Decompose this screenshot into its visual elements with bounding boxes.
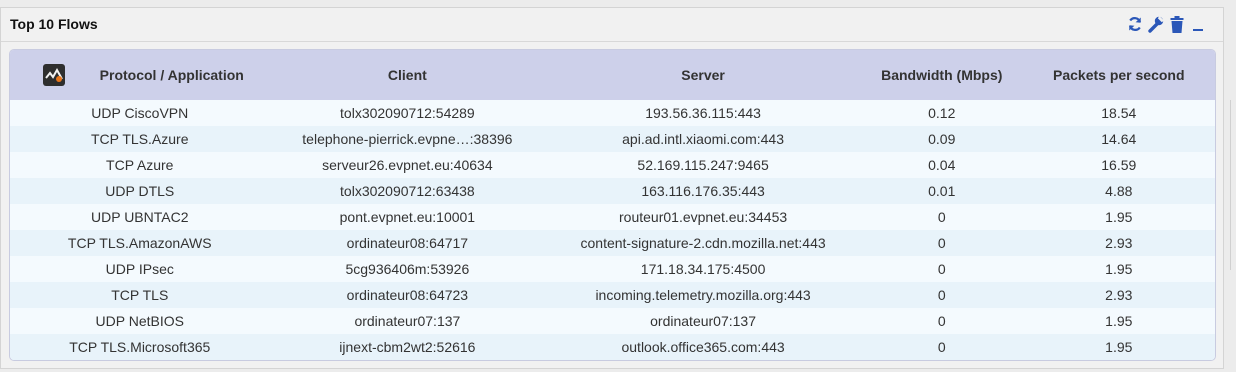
table-row: UDP CiscoVPN tolx302090712:54289 193.56.… bbox=[10, 100, 1215, 126]
col-client[interactable]: Client bbox=[270, 50, 546, 100]
table-row: TCP TLS.Azure telephone-pierrick.evpne…:… bbox=[10, 126, 1215, 152]
cell-pps: 1.95 bbox=[1105, 313, 1133, 329]
cell-server[interactable]: api.ad.intl.xiaomi.com:443 bbox=[545, 126, 861, 152]
table-row: TCP Azure serveur26.evpnet.eu:40634 52.1… bbox=[10, 152, 1215, 178]
cell-pps: 1.95 bbox=[1105, 209, 1133, 225]
cell-pps: 1.95 bbox=[1105, 339, 1133, 355]
cell-client[interactable]: ordinateur08:64723 bbox=[270, 282, 546, 308]
col-protocol[interactable]: Protocol / Application bbox=[10, 50, 270, 100]
cell-bandwidth: 0.04 bbox=[928, 157, 956, 173]
table-row: UDP DTLS tolx302090712:63438 163.116.176… bbox=[10, 178, 1215, 204]
flows-table: Protocol / Application Client Server Ban… bbox=[10, 50, 1215, 360]
cell-protocol: UDP IPsec bbox=[105, 261, 174, 277]
table-row: TCP TLS ordinateur08:64723 incoming.tele… bbox=[10, 282, 1215, 308]
table-row: UDP NetBIOS ordinateur07:137 ordinateur0… bbox=[10, 308, 1215, 334]
cell-pps: 2.93 bbox=[1105, 287, 1133, 303]
cell-protocol: TCP TLS bbox=[111, 287, 169, 303]
side-panel-edge bbox=[1227, 0, 1236, 372]
panel-title: Top 10 Flows bbox=[10, 16, 98, 32]
col-pps[interactable]: Packets per second bbox=[1023, 50, 1215, 100]
cell-client[interactable]: 5cg936406m:53926 bbox=[270, 256, 546, 282]
cell-pps: 1.95 bbox=[1105, 261, 1133, 277]
panel-header: Top 10 Flows bbox=[1, 8, 1223, 42]
cell-bandwidth: 0 bbox=[937, 261, 946, 277]
cell-bandwidth: 0.01 bbox=[928, 183, 956, 199]
cell-client[interactable]: telephone-pierrick.evpne…:38396 bbox=[270, 126, 546, 152]
cell-bandwidth: 0 bbox=[937, 235, 946, 251]
cell-server[interactable]: content-signature-2.cdn.mozilla.net:443 bbox=[545, 230, 861, 256]
refresh-icon[interactable] bbox=[1126, 14, 1144, 34]
cell-client[interactable]: ordinateur08:64717 bbox=[270, 230, 546, 256]
table-row: TCP TLS.Microsoft365 ijnext-cbm2wt2:5261… bbox=[10, 334, 1215, 360]
cell-client[interactable]: serveur26.evpnet.eu:40634 bbox=[270, 152, 546, 178]
cell-protocol: UDP DTLS bbox=[105, 183, 175, 199]
cell-client[interactable]: tolx302090712:63438 bbox=[270, 178, 546, 204]
cell-protocol: TCP TLS.AmazonAWS bbox=[67, 235, 212, 251]
cell-bandwidth: 0.09 bbox=[928, 131, 956, 147]
cell-client[interactable]: tolx302090712:54289 bbox=[270, 100, 546, 126]
app-logo-icon bbox=[43, 64, 65, 86]
cell-server[interactable]: 163.116.176.35:443 bbox=[545, 178, 861, 204]
col-server[interactable]: Server bbox=[545, 50, 861, 100]
cell-client[interactable]: pont.evpnet.eu:10001 bbox=[270, 204, 546, 230]
top-flows-panel: Top 10 Flows Protocol / Application Clie… bbox=[0, 7, 1224, 369]
cell-protocol: TCP TLS.Azure bbox=[90, 131, 189, 147]
table-row: UDP IPsec 5cg936406m:53926 171.18.34.175… bbox=[10, 256, 1215, 282]
cell-protocol: UDP UBNTAC2 bbox=[91, 209, 189, 225]
cell-pps: 14.64 bbox=[1101, 131, 1137, 147]
cell-server[interactable]: 193.56.36.115:443 bbox=[545, 100, 861, 126]
minimize-icon[interactable] bbox=[1189, 14, 1207, 34]
cell-bandwidth: 0 bbox=[937, 339, 946, 355]
trash-icon[interactable] bbox=[1168, 14, 1186, 34]
cell-server[interactable]: 171.18.34.175:4500 bbox=[545, 256, 861, 282]
cell-client[interactable]: ordinateur07:137 bbox=[270, 308, 546, 334]
cell-bandwidth: 0 bbox=[937, 287, 946, 303]
cell-server[interactable]: incoming.telemetry.mozilla.org:443 bbox=[545, 282, 861, 308]
cell-pps: 2.93 bbox=[1105, 235, 1133, 251]
cell-protocol: UDP CiscoVPN bbox=[91, 105, 189, 121]
cell-server[interactable]: ordinateur07:137 bbox=[545, 308, 861, 334]
table-header-row: Protocol / Application Client Server Ban… bbox=[10, 50, 1215, 100]
cell-protocol: TCP Azure bbox=[106, 157, 174, 173]
cell-bandwidth: 0 bbox=[937, 209, 946, 225]
cell-bandwidth: 0.12 bbox=[928, 105, 956, 121]
cell-client[interactable]: ijnext-cbm2wt2:52616 bbox=[270, 334, 546, 360]
table-row: UDP UBNTAC2 pont.evpnet.eu:10001 routeur… bbox=[10, 204, 1215, 230]
cell-pps: 18.54 bbox=[1101, 105, 1137, 121]
panel-tools bbox=[1126, 14, 1207, 34]
side-divider bbox=[1230, 100, 1231, 270]
cell-bandwidth: 0 bbox=[937, 313, 946, 329]
cell-pps: 4.88 bbox=[1105, 183, 1133, 199]
table-row: TCP TLS.AmazonAWS ordinateur08:64717 con… bbox=[10, 230, 1215, 256]
cell-server[interactable]: 52.169.115.247:9465 bbox=[545, 152, 861, 178]
cell-server[interactable]: routeur01.evpnet.eu:34453 bbox=[545, 204, 861, 230]
cell-pps: 16.59 bbox=[1101, 157, 1137, 173]
cell-protocol: UDP NetBIOS bbox=[95, 313, 184, 329]
col-protocol-label: Protocol / Application bbox=[99, 67, 244, 83]
col-bandwidth[interactable]: Bandwidth (Mbps) bbox=[861, 50, 1023, 100]
flows-table-container: Protocol / Application Client Server Ban… bbox=[9, 49, 1216, 361]
cell-protocol: TCP TLS.Microsoft365 bbox=[69, 339, 211, 355]
wrench-icon[interactable] bbox=[1147, 14, 1165, 34]
cell-server[interactable]: outlook.office365.com:443 bbox=[545, 334, 861, 360]
